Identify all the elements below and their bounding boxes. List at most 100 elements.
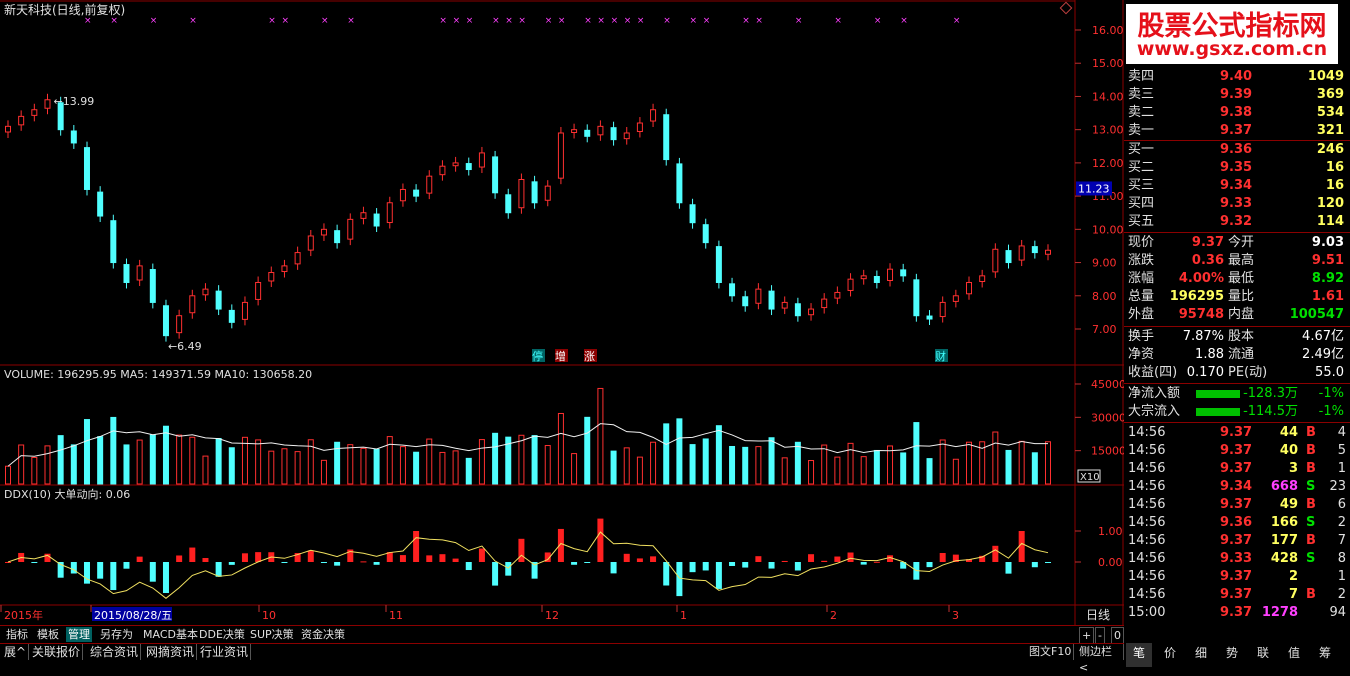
side-panel-tab[interactable]: 联 [1250,643,1276,667]
side-panel-tab[interactable]: 笔 [1126,643,1152,667]
bottom-tab[interactable]: 行业资讯 [198,644,252,660]
ddx-bar [320,562,327,563]
zoom-button[interactable]: 0 [1111,627,1124,644]
fund-value: 4.67亿 [1302,329,1344,344]
toolbar-button[interactable]: 另存为 [98,627,135,642]
price-tick-label: 15.00 [1092,57,1124,70]
volume-bar [399,446,406,485]
candle-body [268,272,275,282]
tick-time: 14:56 [1128,443,1166,458]
toolbar-button[interactable]: SUP决策 [248,627,296,642]
volume-bar [1031,452,1038,485]
ddx-bar [860,562,867,565]
candle-body [97,191,104,217]
volume-bar [5,465,11,485]
side-panel-tab[interactable]: 势 [1219,643,1245,667]
volume-bar [241,436,248,485]
candle-body [742,296,749,307]
ddx-bar [31,562,38,563]
toolbar-button[interactable]: DDE决策 [197,627,247,642]
ddx-bar [149,562,156,582]
ddx-tick-label: 1.00 [1098,525,1123,538]
candle-body [5,125,11,133]
event-tag-label[interactable]: 涨 [584,350,595,363]
volume-bar [70,444,77,485]
bottom-tool-button[interactable]: 图文F10 [1027,644,1075,660]
fund-label: 股本 [1228,329,1255,344]
tick-time: 14:56 [1128,569,1166,584]
quote-label: 涨跌 [1128,253,1155,268]
tick-side: S [1306,551,1316,566]
chart-area[interactable]: 新天科技(日线,前复权) 16.0015.0014.0013.0012.0011… [0,0,1124,625]
side-panel-tab[interactable]: 细 [1188,643,1214,667]
tick-time: 14:56 [1128,551,1166,566]
candle-body [1031,246,1038,254]
candle-body [781,301,788,309]
panel-divider [1124,232,1350,233]
ddx-bar [650,556,657,562]
volume-bar [794,441,801,485]
volume-bar [320,459,327,485]
period-label[interactable]: 日线 [1086,608,1110,622]
zoom-button[interactable]: + [1079,627,1095,644]
candle-body [847,278,854,291]
fundamentals-row: 收益(四) 0.170 PE(动) 55.0 [1124,364,1350,382]
volume-bar [465,457,472,485]
bottom-tab[interactable]: 展^ [2,644,30,660]
watermark: 股票公式指标网 www.gsxz.com.cn [1126,4,1338,64]
candle-body [281,265,288,273]
volume-bar [189,436,196,485]
candle-body [952,295,959,302]
volume-bar [768,437,775,485]
tick-count: 6 [1337,497,1346,512]
volume-tick-label: 45000 [1091,378,1124,391]
bottom-tab[interactable]: 综合资讯 [88,644,142,660]
event-x-mark: × [453,16,461,26]
ddx-bar [847,552,854,562]
flow-value: -114.5万 [1243,404,1298,419]
candle-body [162,305,169,337]
candle-body [110,220,117,264]
bottom-tab[interactable]: 网摘资讯 [144,644,198,660]
event-tag-label[interactable]: 停 [532,349,543,363]
ddx-bar [873,561,880,563]
candle-body [860,275,867,280]
orderbook-row: 买三 9.34 16 [1124,177,1350,195]
toolbar-button[interactable]: 模板 [35,627,61,642]
event-x-mark: × [742,16,750,26]
ddx-bar [241,553,248,562]
volume-bar [715,425,722,485]
candle-body [413,189,420,197]
candle-body [926,315,933,320]
volume-bar [176,434,183,485]
toolbar-button[interactable]: 指标 [4,627,30,642]
tick-count: 2 [1337,515,1346,530]
candle-body [334,230,341,244]
candle-body [597,125,604,136]
side-panel-tab[interactable]: 筹 [1312,643,1338,667]
bottom-tab[interactable]: 关联报价 [30,644,84,660]
quote-value: 196295 [1169,289,1224,304]
event-tag-label[interactable]: 增 [555,349,566,363]
zoom-button[interactable]: - [1095,627,1105,644]
orderbook-volume: 114 [1316,214,1344,229]
bottom-tool-button[interactable]: 侧边栏< [1077,644,1124,674]
side-panel-tab[interactable]: 值 [1281,643,1307,667]
volume-bar [439,451,446,485]
candle-body [255,281,262,300]
event-x-mark: × [110,16,118,26]
candle-body [505,194,512,214]
tick-side: B [1306,425,1316,440]
candle-body [913,279,920,317]
volume-bar [215,437,222,485]
side-panel-tab[interactable]: 价 [1157,643,1183,667]
toolbar-button[interactable]: MACD基本 [141,627,200,642]
indicator-toolbar: 指标 模板 管理 另存为 MACD基本 DDE决策 SUP决策 资金决策 + -0 [0,625,1124,644]
quote-label: 总量 [1128,289,1155,304]
toolbar-button[interactable]: 管理 [66,627,92,642]
ddx-bar [478,548,485,562]
toolbar-button[interactable]: 资金决策 [299,627,347,642]
event-tag-label[interactable]: 财 [935,349,946,363]
panel-divider [1124,326,1350,327]
orderbook-row: 买五 9.32 114 [1124,213,1350,231]
